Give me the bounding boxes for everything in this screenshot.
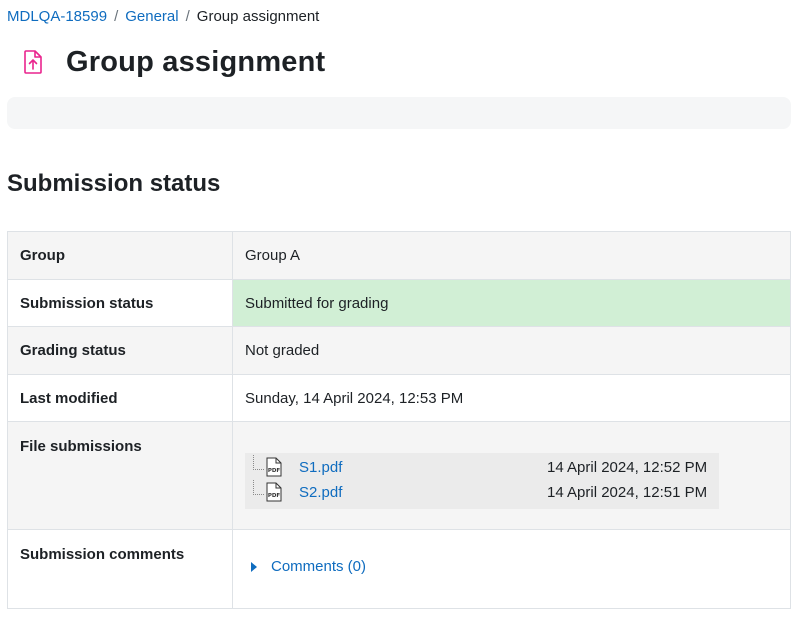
comments-toggle[interactable]: Comments (0) xyxy=(251,558,778,575)
page-header: Group assignment xyxy=(16,42,325,82)
row-label-submission-comments: Submission comments xyxy=(7,529,233,609)
page-title: Group assignment xyxy=(66,45,326,78)
row-value-grading-status: Not graded xyxy=(232,326,791,375)
svg-text:PDF: PDF xyxy=(268,493,281,499)
file-link[interactable]: S1.pdf xyxy=(299,459,547,476)
submission-status-badge: Submitted for grading xyxy=(232,279,791,327)
row-label-submission-status: Submission status xyxy=(7,279,233,327)
file-date: 14 April 2024, 12:51 PM xyxy=(547,483,708,501)
row-label-group: Group xyxy=(7,231,233,280)
row-label-grading-status: Grading status xyxy=(7,326,233,375)
row-value-submission-comments: Comments (0) xyxy=(232,529,791,609)
breadcrumb-course-link[interactable]: MDLQA-18599 xyxy=(7,8,107,25)
comments-link[interactable]: Comments (0) xyxy=(271,558,366,575)
table-row: Last modified Sunday, 14 April 2024, 12:… xyxy=(7,374,791,422)
table-row: Submission comments Comments (0) xyxy=(7,529,791,609)
row-value-group: Group A xyxy=(232,231,791,280)
section-heading: Submission status xyxy=(7,170,221,197)
activity-header-bar xyxy=(7,97,791,129)
table-row: Group Group A xyxy=(7,231,791,280)
tree-connector xyxy=(253,479,264,495)
submission-status-table: Group Group A Submission status Submitte… xyxy=(7,231,791,609)
breadcrumb-section-link[interactable]: General xyxy=(125,8,178,25)
breadcrumb-separator: / xyxy=(185,8,190,25)
table-row: Grading status Not graded xyxy=(7,326,791,375)
assign-upload-icon xyxy=(16,45,50,79)
table-row: Submission status Submitted for grading xyxy=(7,279,791,327)
breadcrumb-current: Group assignment xyxy=(196,8,320,25)
pdf-icon: PDF xyxy=(266,457,282,477)
file-item: PDF S2.pdf 14 April 2024, 12:51 PM xyxy=(245,479,719,505)
file-item: PDF S1.pdf 14 April 2024, 12:52 PM xyxy=(245,454,719,480)
file-tree: PDF S1.pdf 14 April 2024, 12:52 PM PDF S… xyxy=(245,452,719,509)
row-value-last-modified: Sunday, 14 April 2024, 12:53 PM xyxy=(232,374,791,422)
table-row: File submissions PDF S1.pdf 14 April 202… xyxy=(7,421,791,530)
row-label-last-modified: Last modified xyxy=(7,374,233,422)
breadcrumb: MDLQA-18599 / General / Group assignment xyxy=(7,8,319,26)
row-label-file-submissions: File submissions xyxy=(7,421,233,530)
file-date: 14 April 2024, 12:52 PM xyxy=(547,458,708,476)
file-link[interactable]: S2.pdf xyxy=(299,484,547,501)
caret-right-icon xyxy=(251,561,257,572)
row-value-file-submissions: PDF S1.pdf 14 April 2024, 12:52 PM PDF S… xyxy=(232,421,791,530)
tree-connector xyxy=(253,454,264,470)
pdf-icon: PDF xyxy=(266,482,282,502)
breadcrumb-separator: / xyxy=(114,8,119,25)
svg-text:PDF: PDF xyxy=(268,468,281,474)
